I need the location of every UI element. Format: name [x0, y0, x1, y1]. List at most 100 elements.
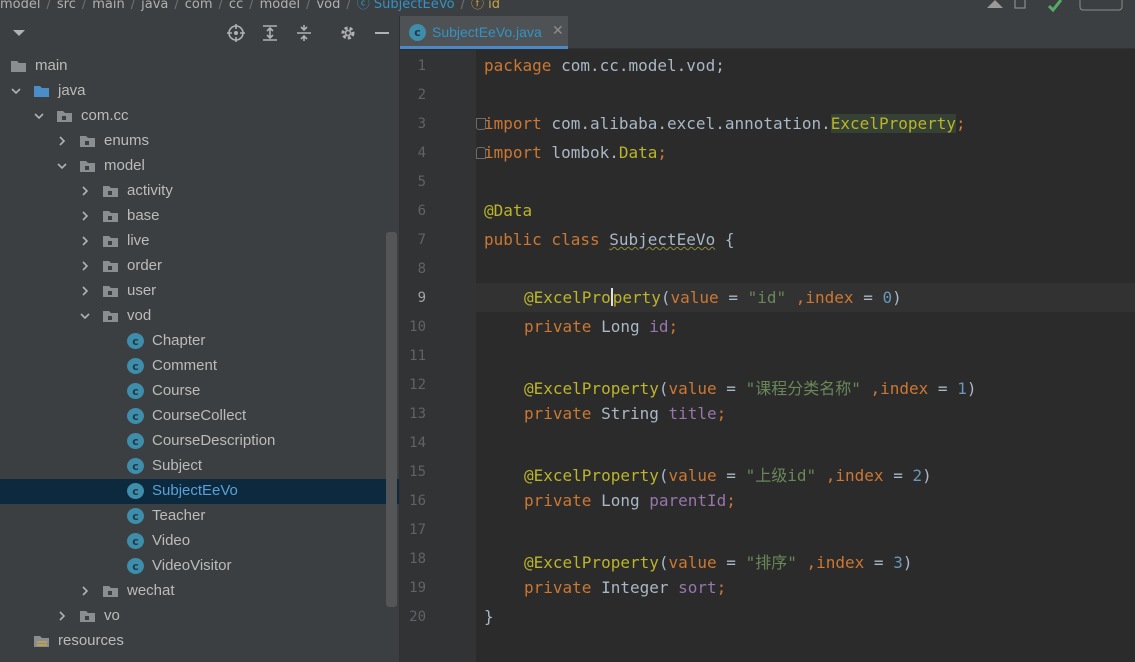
- breadcrumb-item[interactable]: vod: [316, 0, 340, 12]
- code-line-4: import lombok.Data;: [476, 143, 667, 162]
- line-number: 15: [409, 464, 426, 480]
- chevron-right-icon[interactable]: [80, 586, 90, 596]
- chevron-down-icon[interactable]: [57, 161, 67, 171]
- line-number: 9: [417, 290, 426, 306]
- tab-subjecteevo[interactable]: c SubjectEeVo.java ✕: [400, 16, 568, 49]
- breadcrumb-field-item[interactable]: ⓕ id: [471, 0, 500, 12]
- tree-row-label: activity: [127, 182, 173, 199]
- breadcrumb-item[interactable]: main: [92, 0, 124, 12]
- chevron-right-icon[interactable]: [80, 211, 90, 221]
- tree-row-chapter[interactable]: c Chapter: [0, 329, 399, 354]
- tree-row-resources[interactable]: resources: [0, 629, 399, 654]
- breadcrumb: model / src / main / java / com / cc / model / vod / ⓒ S…: [0, 0, 500, 12]
- tree-row-activity[interactable]: activity: [0, 179, 399, 204]
- code-editor[interactable]: 1 2 3 4 5 6 7 8 9 10 11 12 13 14 15 16 17 18 19 20 package …: [400, 50, 1135, 662]
- tree-row-coursedescription[interactable]: c CourseDescription: [0, 429, 399, 454]
- tree-row-label: vo: [104, 607, 120, 624]
- tree-row-coursecollect[interactable]: c CourseCollect: [0, 404, 399, 429]
- chevron-right-icon[interactable]: [80, 186, 90, 196]
- breadcrumb-item[interactable]: com: [185, 0, 213, 12]
- chevron-right-icon[interactable]: [57, 136, 67, 146]
- package-folder-icon: [57, 111, 72, 122]
- tree-row-com-cc[interactable]: com.cc: [0, 104, 399, 129]
- chevron-right-icon[interactable]: [57, 611, 67, 621]
- package-folder-icon: [103, 211, 118, 222]
- line-number: 3: [417, 116, 426, 132]
- tree-row-base[interactable]: base: [0, 204, 399, 229]
- tree-row-label: base: [127, 207, 160, 224]
- tree-row-course[interactable]: c Course: [0, 379, 399, 404]
- tree-row-label: Subject: [152, 457, 203, 474]
- code-area[interactable]: package com.cc.model.vod; import com.ali…: [476, 50, 1135, 662]
- tree-row-videovisitor[interactable]: c VideoVisitor: [0, 554, 399, 579]
- tree-row-subjecteevo[interactable]: c SubjectEeVo: [0, 479, 399, 504]
- code-line-1: package com.cc.model.vod;: [484, 56, 725, 75]
- tree-row-java[interactable]: java: [0, 79, 399, 104]
- tree-row-label: live: [127, 232, 150, 249]
- tree-row-wechat[interactable]: wechat: [0, 579, 399, 604]
- breadcrumb-item[interactable]: model: [0, 0, 40, 12]
- chevron-right-icon[interactable]: [80, 286, 90, 296]
- chevron-down-icon[interactable]: [11, 86, 21, 96]
- tree-row-label: main: [35, 57, 68, 74]
- chevron-down-icon[interactable]: [34, 111, 44, 121]
- fold-marker-icon[interactable]: [476, 118, 486, 130]
- tree-row-live[interactable]: live: [0, 229, 399, 254]
- line-number: 12: [409, 377, 426, 393]
- close-icon[interactable]: ✕: [552, 23, 564, 39]
- tree-row-vod[interactable]: vod: [0, 304, 399, 329]
- project-tool-window: main java com.cc enums model activity base live…: [0, 16, 399, 662]
- collapse-all-icon[interactable]: [295, 24, 313, 42]
- breadcrumb-item[interactable]: cc: [229, 0, 243, 12]
- line-number: 2: [417, 87, 426, 103]
- dropdown-arrow-icon[interactable]: [10, 24, 28, 42]
- tree-row-user[interactable]: user: [0, 279, 399, 304]
- breadcrumb-item[interactable]: java: [141, 0, 168, 12]
- tree-row-main[interactable]: main: [0, 54, 399, 79]
- breadcrumb-class-item[interactable]: ⓒ SubjectEeVo: [357, 0, 455, 12]
- project-toolbar: [0, 16, 399, 50]
- gear-icon[interactable]: [339, 24, 357, 42]
- package-folder-icon: [80, 611, 95, 622]
- tree-row-label: enums: [104, 132, 150, 149]
- line-number: 16: [409, 493, 426, 509]
- fold-marker-icon[interactable]: [476, 147, 486, 159]
- package-folder-icon: [80, 161, 95, 172]
- chevron-right-icon[interactable]: [80, 261, 90, 271]
- breadcrumb-separator: /: [130, 0, 136, 12]
- line-number: 11: [409, 348, 426, 364]
- hide-panel-icon[interactable]: [373, 24, 391, 42]
- tree-row-label: Video: [152, 532, 191, 549]
- line-number: 18: [409, 551, 426, 567]
- code-line-19: private Integer sort;: [524, 578, 727, 597]
- tree-row-video[interactable]: c Video: [0, 529, 399, 554]
- editor-tab-bar: c SubjectEeVo.java ✕: [400, 16, 1135, 49]
- package-folder-icon: [103, 311, 118, 322]
- class-c-icon: c: [127, 333, 144, 349]
- tree-row-subject[interactable]: c Subject: [0, 454, 399, 479]
- expand-all-icon[interactable]: [261, 24, 279, 42]
- tree-row-enums[interactable]: enums: [0, 129, 399, 154]
- breadcrumb-separator: /: [174, 0, 179, 12]
- code-line-20: }: [484, 607, 494, 626]
- tree-row-model[interactable]: model: [0, 154, 399, 179]
- chevron-right-icon[interactable]: [80, 236, 90, 246]
- line-number-gutter: 1 2 3 4 5 6 7 8 9 10 11 12 13 14 15 16 17 18 19 20: [400, 50, 476, 662]
- project-scrollbar[interactable]: [386, 232, 397, 607]
- breadcrumb-separator: /: [249, 0, 254, 12]
- breadcrumb-item[interactable]: model: [260, 0, 300, 12]
- code-line-18: @ExcelProperty(value = "排序" ,index = 3): [524, 553, 913, 572]
- tree-row-label: user: [127, 282, 157, 299]
- tree-row-comment[interactable]: c Comment: [0, 354, 399, 379]
- source-folder-icon: [34, 86, 49, 97]
- tree-row-label: java: [58, 82, 86, 99]
- package-folder-icon: [103, 286, 118, 297]
- class-c-icon: c: [127, 483, 144, 499]
- chevron-down-icon[interactable]: [80, 311, 90, 321]
- tree-row-order[interactable]: order: [0, 254, 399, 279]
- tree-row-teacher[interactable]: c Teacher: [0, 504, 399, 529]
- breadcrumb-item[interactable]: src: [57, 0, 76, 12]
- locate-file-icon[interactable]: [227, 24, 245, 42]
- tree-row-vo[interactable]: vo: [0, 604, 399, 629]
- line-number: 8: [417, 261, 426, 277]
